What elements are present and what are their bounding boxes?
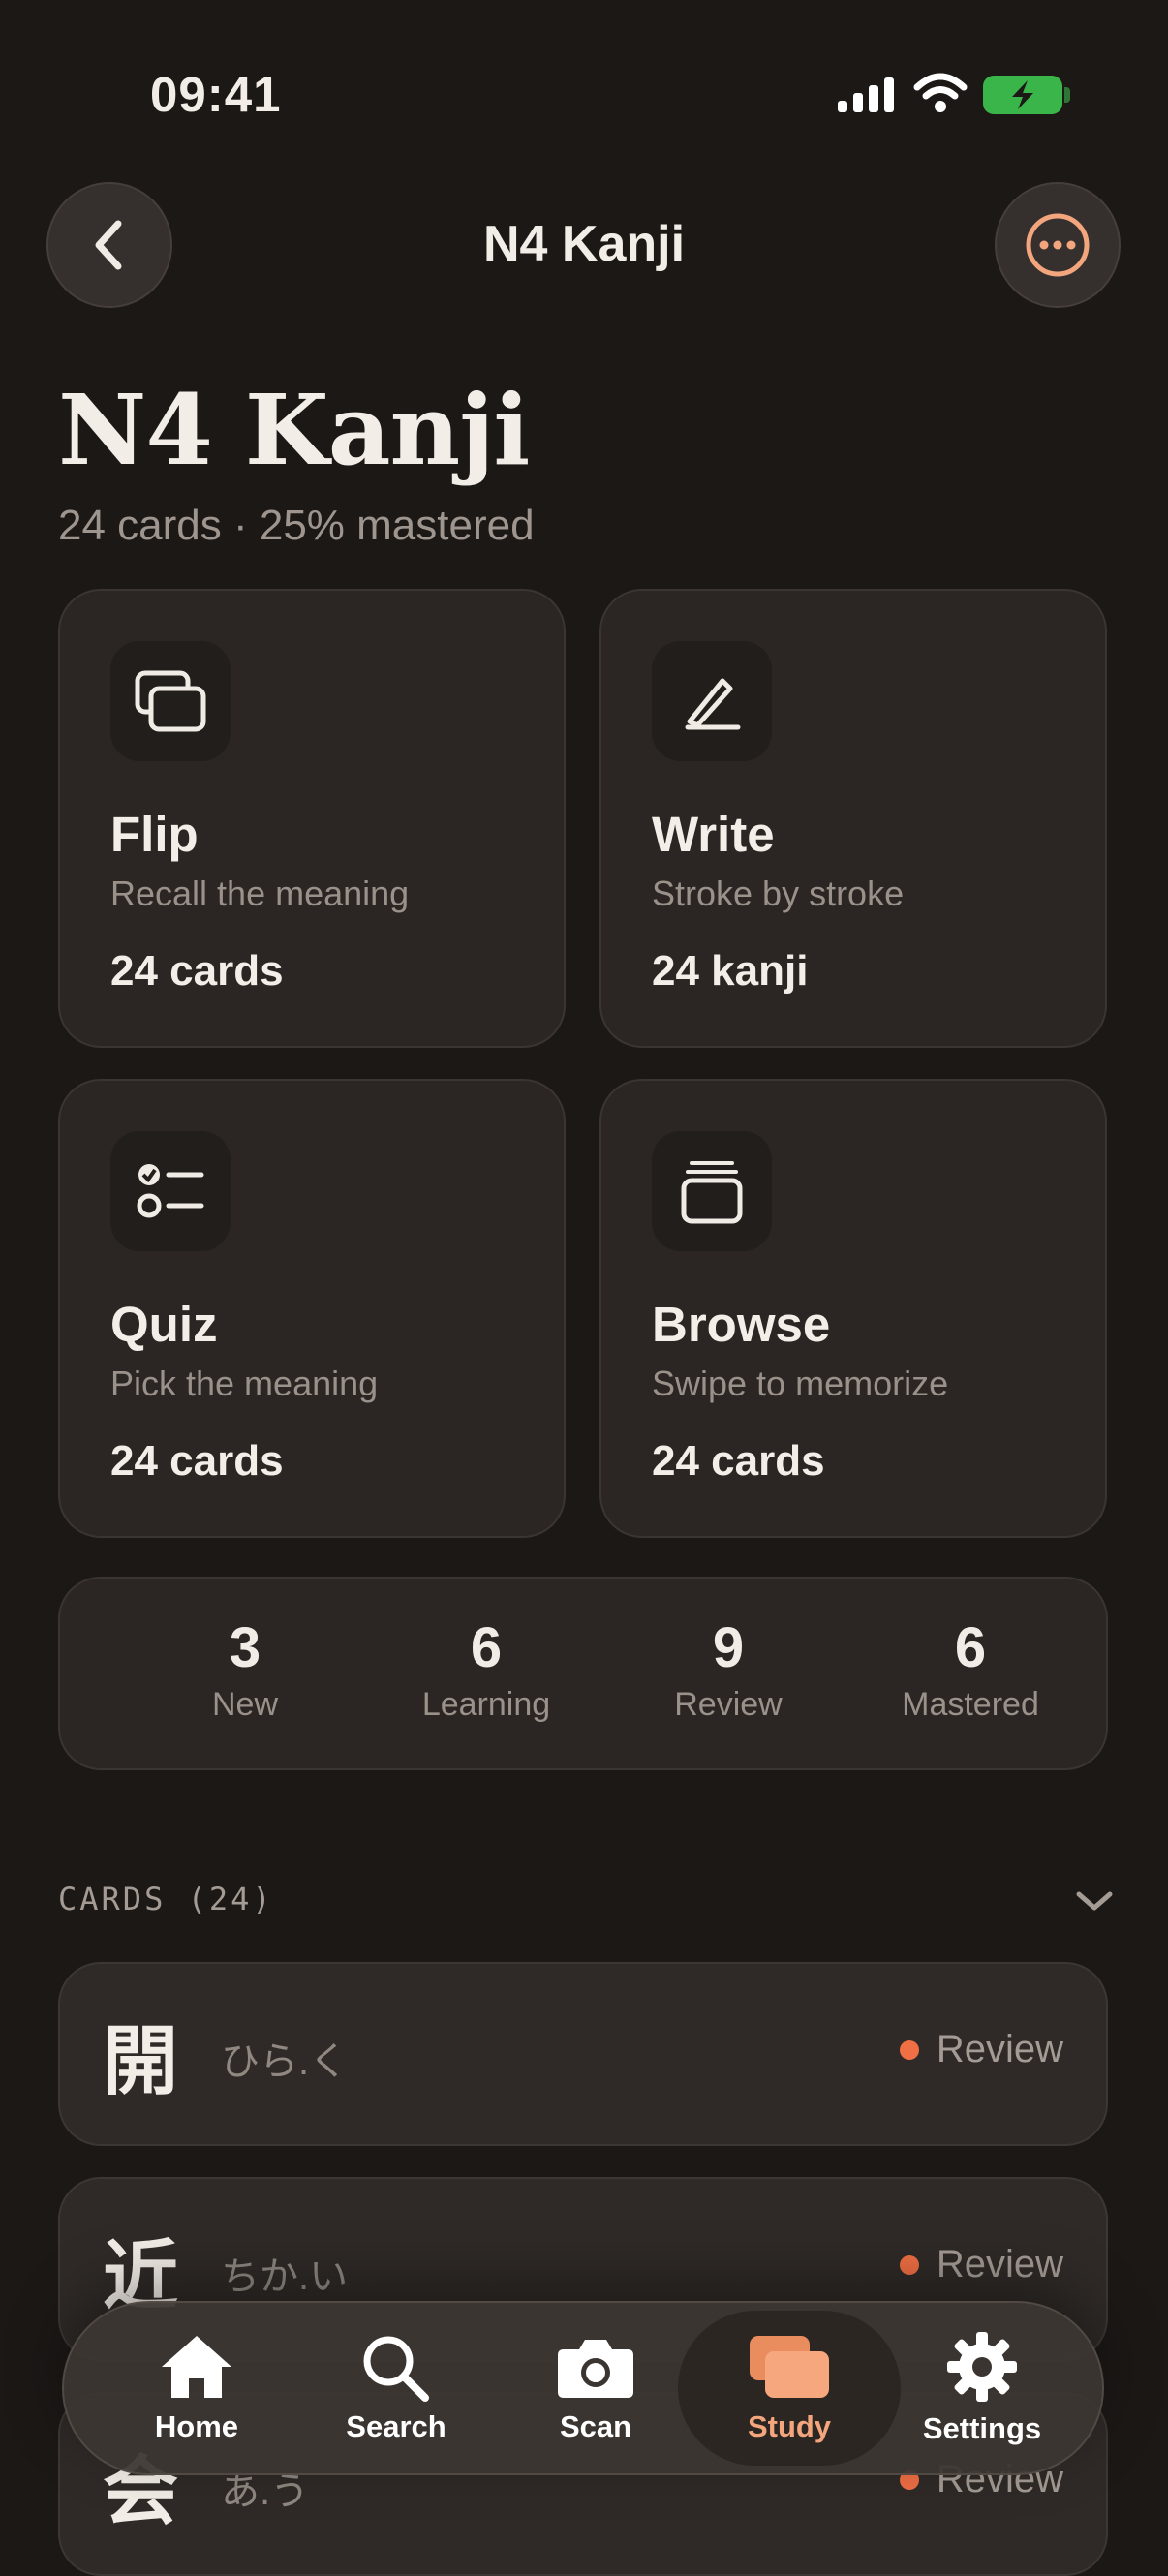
status-dot	[899, 2254, 919, 2275]
section-header-cards: CARDS (24)	[58, 1881, 274, 1917]
checklist-icon	[110, 1131, 231, 1251]
mode-card-quiz[interactable]: Quiz Pick the meaning 24 cards	[58, 1079, 566, 1538]
mode-name: Write	[652, 807, 775, 862]
mode-name: Browse	[652, 1297, 831, 1352]
tab-label: Study	[747, 2409, 832, 2443]
mode-card-flip[interactable]: Flip Recall the meaning 24 cards	[58, 589, 566, 1048]
mode-description: Stroke by stroke	[652, 874, 905, 913]
tab-bar: Home Search Scan Study Settings	[62, 2301, 1104, 2475]
page-title: N4 Kanji	[58, 373, 530, 487]
stat-new: 3 New	[124, 1615, 366, 1724]
status-label: Review	[936, 2028, 1063, 2070]
list-item[interactable]: 開 ひら.く Review	[58, 1962, 1108, 2146]
mode-description: Pick the meaning	[110, 1364, 379, 1403]
nav-title: N4 Kanji	[482, 216, 686, 272]
stat-value: 6	[470, 1616, 503, 1679]
mode-count: 24 cards	[110, 1437, 284, 1485]
more-options-button[interactable]	[995, 182, 1121, 308]
pen-icon	[652, 641, 772, 761]
mode-count: 24 cards	[652, 1437, 825, 1485]
kanji-character: 開	[103, 2018, 179, 2103]
tab-label: Settings	[922, 2411, 1042, 2445]
home-icon	[162, 2336, 231, 2398]
status-badge: Review	[899, 2028, 1063, 2071]
stat-mastered: 6 Mastered	[849, 1615, 1091, 1724]
stat-value: 6	[954, 1616, 987, 1679]
gear-icon	[947, 2332, 1017, 2402]
tab-label: Home	[154, 2409, 239, 2443]
search-icon	[363, 2336, 429, 2402]
flip-cards-icon	[110, 641, 231, 761]
study-cards-icon	[750, 2336, 829, 2398]
wifi-icon	[913, 73, 968, 112]
tab-search[interactable]: Search	[296, 2303, 496, 2473]
stat-label: New	[211, 1686, 279, 1723]
mode-name: Quiz	[110, 1297, 218, 1352]
mode-count: 24 cards	[110, 947, 284, 995]
stat-value: 9	[712, 1616, 745, 1679]
kanji-reading: ちか.い	[221, 2255, 349, 2298]
mode-card-browse[interactable]: Browse Swipe to memorize 24 cards	[599, 1079, 1107, 1538]
battery-icon	[983, 76, 1062, 114]
status-time: 09:41	[150, 67, 282, 122]
tab-scan[interactable]: Scan	[496, 2303, 695, 2473]
status-label: Review	[936, 2243, 1063, 2285]
status-badge: Review	[899, 2243, 1063, 2286]
tab-home[interactable]: Home	[97, 2303, 296, 2473]
mode-name: Flip	[110, 807, 199, 862]
stat-review: 9 Review	[607, 1615, 849, 1724]
stat-label: Review	[674, 1686, 783, 1723]
chevron-down-icon[interactable]	[1073, 1886, 1116, 1916]
mode-count: 24 kanji	[652, 947, 809, 995]
progress-stats: 3 New 6 Learning 9 Review 6 Mastered	[58, 1577, 1108, 1770]
tab-study[interactable]: Study	[678, 2311, 901, 2466]
stat-label: Learning	[421, 1686, 551, 1723]
deck-summary: 24 cards · 25% mastered	[58, 502, 535, 549]
signal-icon	[838, 77, 894, 112]
kanji-reading: ひら.く	[221, 2040, 349, 2083]
tab-settings[interactable]: Settings	[882, 2303, 1082, 2473]
stat-learning: 6 Learning	[365, 1615, 607, 1724]
ellipsis-circle-icon	[1026, 213, 1090, 277]
status-dot	[899, 2039, 919, 2060]
stat-label: Mastered	[902, 1686, 1039, 1723]
battery-tip	[1064, 87, 1070, 103]
mode-description: Swipe to memorize	[652, 1364, 949, 1403]
camera-icon	[558, 2340, 633, 2398]
tab-label: Search	[346, 2409, 446, 2443]
card-stack-icon	[652, 1131, 772, 1251]
stat-value: 3	[229, 1616, 261, 1679]
tab-label: Scan	[559, 2409, 632, 2443]
mode-card-write[interactable]: Write Stroke by stroke 24 kanji	[599, 589, 1107, 1048]
mode-description: Recall the meaning	[110, 874, 410, 913]
